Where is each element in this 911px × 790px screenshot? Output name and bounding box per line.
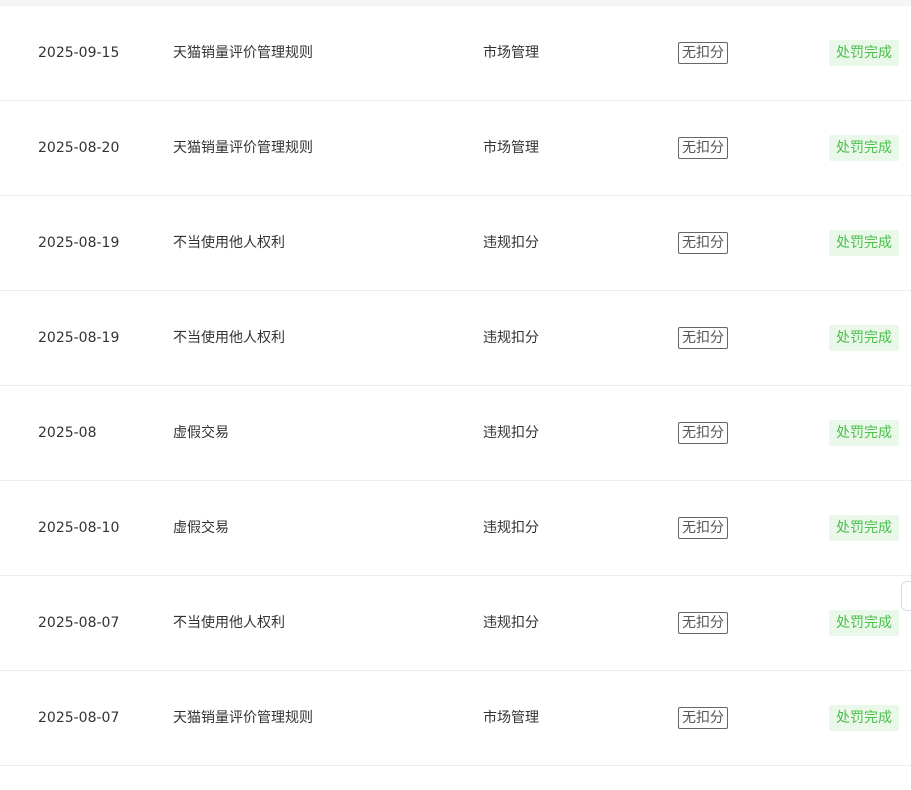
deduction-badge: 无扣分 — [678, 327, 728, 349]
record-date: 2025-08-20 — [38, 140, 120, 156]
status-badge: 处罚完成 — [829, 230, 899, 256]
status-badge: 处罚完成 — [829, 420, 899, 446]
table-row: 2025-08-20 天猫销量评价管理规则 市场管理 无扣分 处罚完成 — [0, 101, 911, 196]
deduction-badge: 无扣分 — [678, 517, 728, 539]
deduction-badge: 无扣分 — [678, 232, 728, 254]
table-row: 2025-08-07 不当使用他人权利 违规扣分 无扣分 处罚完成 — [0, 576, 911, 671]
table-row: 2025-08-19 不当使用他人权利 违规扣分 无扣分 处罚完成 — [0, 196, 911, 291]
status-badge: 处罚完成 — [829, 610, 899, 636]
record-date: 2025-08-19 — [38, 330, 120, 346]
status-badge: 处罚完成 — [829, 515, 899, 541]
record-date: 2025-08-19 — [38, 235, 120, 251]
record-date: 2025-08-10 — [38, 520, 120, 536]
violated-rule: 天猫销量评价管理规则 — [173, 45, 313, 61]
violation-category: 市场管理 — [483, 45, 539, 61]
status-badge: 处罚完成 — [829, 40, 899, 66]
record-date: 2025-08-07 — [38, 615, 120, 631]
violation-category: 市场管理 — [483, 710, 539, 726]
record-date: 2025-08-07 — [38, 710, 120, 726]
violation-category: 违规扣分 — [483, 615, 539, 631]
violation-category: 违规扣分 — [483, 330, 539, 346]
table-row: 2025-08 虚假交易 违规扣分 无扣分 处罚完成 — [0, 386, 911, 481]
violated-rule: 不当使用他人权利 — [173, 615, 285, 631]
violated-rule: 虚假交易 — [173, 425, 229, 441]
status-badge: 处罚完成 — [829, 325, 899, 351]
table-row: 2025-08-10 虚假交易 违规扣分 无扣分 处罚完成 — [0, 481, 911, 576]
record-date: 2025-09-15 — [38, 45, 120, 61]
deduction-badge: 无扣分 — [678, 422, 728, 444]
violated-rule: 不当使用他人权利 — [173, 330, 285, 346]
violation-category: 市场管理 — [483, 140, 539, 156]
violated-rule: 天猫销量评价管理规则 — [173, 710, 313, 726]
violated-rule: 不当使用他人权利 — [173, 235, 285, 251]
deduction-badge: 无扣分 — [678, 42, 728, 64]
violation-category: 违规扣分 — [483, 425, 539, 441]
scrollbar-handle[interactable] — [901, 581, 911, 611]
violated-rule: 天猫销量评价管理规则 — [173, 140, 313, 156]
violation-category: 违规扣分 — [483, 520, 539, 536]
violation-category: 违规扣分 — [483, 235, 539, 251]
record-date: 2025-08 — [38, 425, 97, 441]
table-row: 2025-08-07 天猫销量评价管理规则 市场管理 无扣分 处罚完成 — [0, 671, 911, 766]
status-badge: 处罚完成 — [829, 705, 899, 731]
deduction-badge: 无扣分 — [678, 707, 728, 729]
status-badge: 处罚完成 — [829, 135, 899, 161]
deduction-badge: 无扣分 — [678, 612, 728, 634]
table-row: 2025-09-15 天猫销量评价管理规则 市场管理 无扣分 处罚完成 — [0, 6, 911, 101]
deduction-badge: 无扣分 — [678, 137, 728, 159]
table-row: 2025-08-19 不当使用他人权利 违规扣分 无扣分 处罚完成 — [0, 291, 911, 386]
penalty-records-table: 2025-09-15 天猫销量评价管理规则 市场管理 无扣分 处罚完成 2025… — [0, 6, 911, 766]
violated-rule: 虚假交易 — [173, 520, 229, 536]
